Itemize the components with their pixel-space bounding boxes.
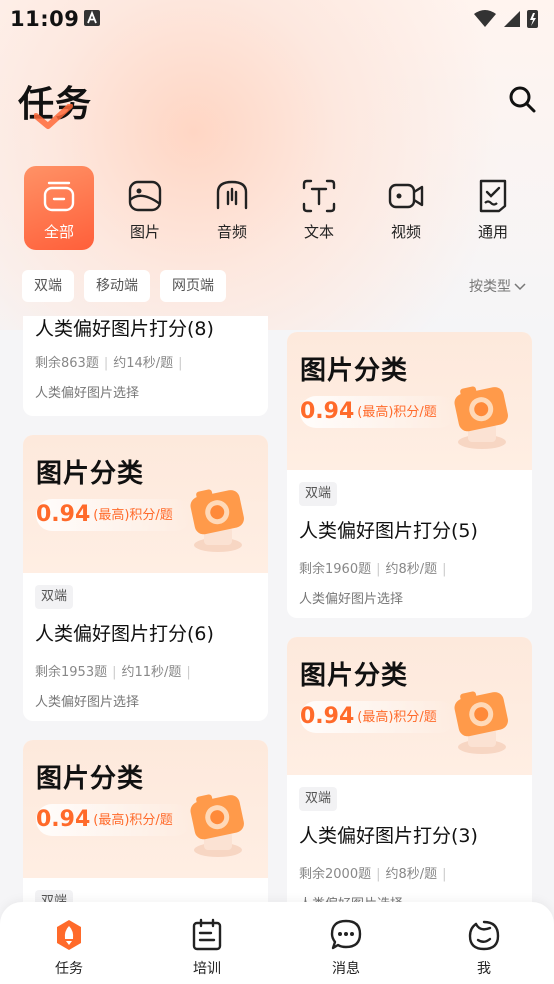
platform-badge: 双端 — [299, 787, 338, 811]
rate-value: 0.94 — [300, 399, 355, 424]
banner-title: 图片分类 — [36, 764, 145, 794]
card-banner: 图片分类 0.94 (最高)积分/题 — [23, 740, 268, 878]
banner-rate: 0.94 (最高)积分/题 — [36, 499, 191, 531]
task-subtitle: 人类偏好图片选择 — [35, 695, 140, 710]
tab-task[interactable]: 任务 — [29, 916, 109, 977]
task-subtitle: 人类偏好图片选择 — [299, 592, 404, 607]
task-rocket-icon — [57, 920, 81, 950]
tab-training[interactable]: 培训 — [167, 916, 247, 977]
category-label: 图片 — [129, 223, 160, 241]
category-label: 视频 — [390, 223, 421, 241]
banner-rate: 0.94 (最高)积分/题 — [36, 804, 191, 836]
camera-illustration-icon — [454, 386, 508, 449]
task-card[interactable]: 人类偏好图片打分(8) 剩余863题 | 约14秒/题 | 人类偏好图片选择 — [23, 316, 268, 416]
title-check-icon — [34, 104, 73, 129]
filter-chip-mobile[interactable]: 移动端 — [84, 270, 150, 302]
task-subtitle: 人类偏好图片选择 — [35, 386, 140, 401]
task-meta: 剩余2000题 | 约8秒/题 | — [299, 867, 447, 882]
banner-rate: 0.94 (最高)积分/题 — [300, 701, 455, 733]
task-card[interactable]: 图片分类 0.94 (最高)积分/题 双端 人类偏好图片打分(6) 剩余1953题… — [23, 435, 268, 721]
sort-dropdown[interactable]: 按类型 — [469, 276, 526, 296]
task-meta: 剩余863题 | 约14秒/题 | — [35, 356, 183, 371]
category-image[interactable]: 图片 — [110, 166, 180, 250]
audio-icon — [216, 180, 248, 210]
category-label: 音频 — [216, 223, 247, 241]
task-time: 约11秒/题 — [121, 665, 182, 680]
card-banner: 图片分类 0.94 (最高)积分/题 — [23, 435, 268, 573]
task-time: 约8秒/题 — [385, 562, 438, 577]
task-time: 约14秒/题 — [113, 356, 174, 371]
tab-label: 培训 — [193, 961, 221, 977]
profile-icon — [468, 920, 500, 951]
sort-label: 按类型 — [469, 279, 511, 295]
banner-rate: 0.94 (最高)积分/题 — [300, 396, 455, 428]
training-icon — [192, 918, 222, 951]
card-banner: 图片分类 0.94 (最高)积分/题 — [287, 637, 532, 775]
rate-suffix: (最高)积分/题 — [357, 405, 437, 420]
task-remaining: 剩余2000题 — [299, 867, 372, 882]
platform-badge: 双端 — [299, 482, 338, 506]
camera-illustration-icon — [190, 794, 244, 857]
filter-chip-dual[interactable]: 双端 — [22, 270, 74, 302]
rate-value: 0.94 — [36, 502, 91, 527]
chevron-down-icon — [514, 283, 526, 291]
tab-label: 我 — [477, 961, 491, 977]
tab-label: 任务 — [55, 961, 83, 977]
category-general[interactable]: 通用 — [458, 166, 528, 250]
task-title: 人类偏好图片打分(5) — [299, 520, 478, 542]
banner-title: 图片分类 — [36, 459, 145, 489]
text-icon — [302, 179, 336, 213]
message-icon — [330, 919, 362, 950]
filter-chip-web[interactable]: 网页端 — [160, 270, 226, 302]
tab-profile[interactable]: 我 — [444, 916, 524, 977]
rate-suffix: (最高)积分/题 — [93, 813, 173, 828]
image-icon — [128, 180, 162, 212]
task-remaining: 剩余1960题 — [299, 562, 372, 577]
category-text[interactable]: 文本 — [284, 166, 354, 250]
category-label: 文本 — [303, 223, 334, 241]
status-time: 11:09 — [10, 7, 80, 31]
notification-a-icon — [84, 10, 100, 26]
rate-suffix: (最高)积分/题 — [357, 710, 437, 725]
tab-label: 消息 — [332, 961, 360, 977]
category-video[interactable]: 视频 — [371, 166, 441, 250]
task-card[interactable]: 图片分类 0.94 (最高)积分/题 双端 — [23, 740, 268, 906]
task-meta: 剩余1953题 | 约11秒/题 | — [35, 665, 191, 680]
rate-value: 0.94 — [300, 704, 355, 729]
task-title: 人类偏好图片打分(3) — [299, 825, 478, 847]
general-icon — [479, 179, 507, 213]
status-icons — [474, 10, 538, 28]
task-feed[interactable]: 人类偏好图片打分(8) 剩余863题 | 约14秒/题 | 人类偏好图片选择 图片分类… — [0, 316, 554, 906]
card-banner: 图片分类 0.94 (最高)积分/题 — [287, 332, 532, 470]
tab-messages[interactable]: 消息 — [306, 916, 386, 977]
rate-suffix: (最高)积分/题 — [93, 508, 173, 523]
task-card[interactable]: 图片分类 0.94 (最高)积分/题 双端 人类偏好图片打分(5) 剩余1960题… — [287, 332, 532, 618]
video-icon — [388, 183, 424, 209]
category-audio[interactable]: 音频 — [197, 166, 267, 250]
category-label: 全部 — [43, 223, 74, 241]
camera-illustration-icon — [454, 691, 508, 754]
task-card[interactable]: 图片分类 0.94 (最高)积分/题 双端 人类偏好图片打分(3) 剩余2000题… — [287, 637, 532, 906]
platform-badge: 双端 — [35, 585, 74, 609]
all-icon — [43, 181, 75, 212]
task-title: 人类偏好图片打分(6) — [35, 623, 214, 645]
bottom-tab-bar: 任务 培训 消息 我 — [0, 902, 554, 984]
camera-illustration-icon — [190, 489, 244, 552]
task-title: 人类偏好图片打分(8) — [35, 318, 214, 340]
task-time: 约8秒/题 — [385, 867, 438, 882]
category-label: 通用 — [477, 223, 508, 241]
task-remaining: 剩余1953题 — [35, 665, 108, 680]
banner-title: 图片分类 — [300, 661, 409, 691]
search-icon[interactable] — [506, 83, 538, 115]
status-bar: 11:09 — [0, 0, 554, 38]
category-all[interactable]: 全部 — [24, 166, 94, 250]
rate-value: 0.94 — [36, 807, 91, 832]
banner-title: 图片分类 — [300, 356, 409, 386]
task-remaining: 剩余863题 — [35, 356, 99, 371]
task-meta: 剩余1960题 | 约8秒/题 | — [299, 562, 447, 577]
